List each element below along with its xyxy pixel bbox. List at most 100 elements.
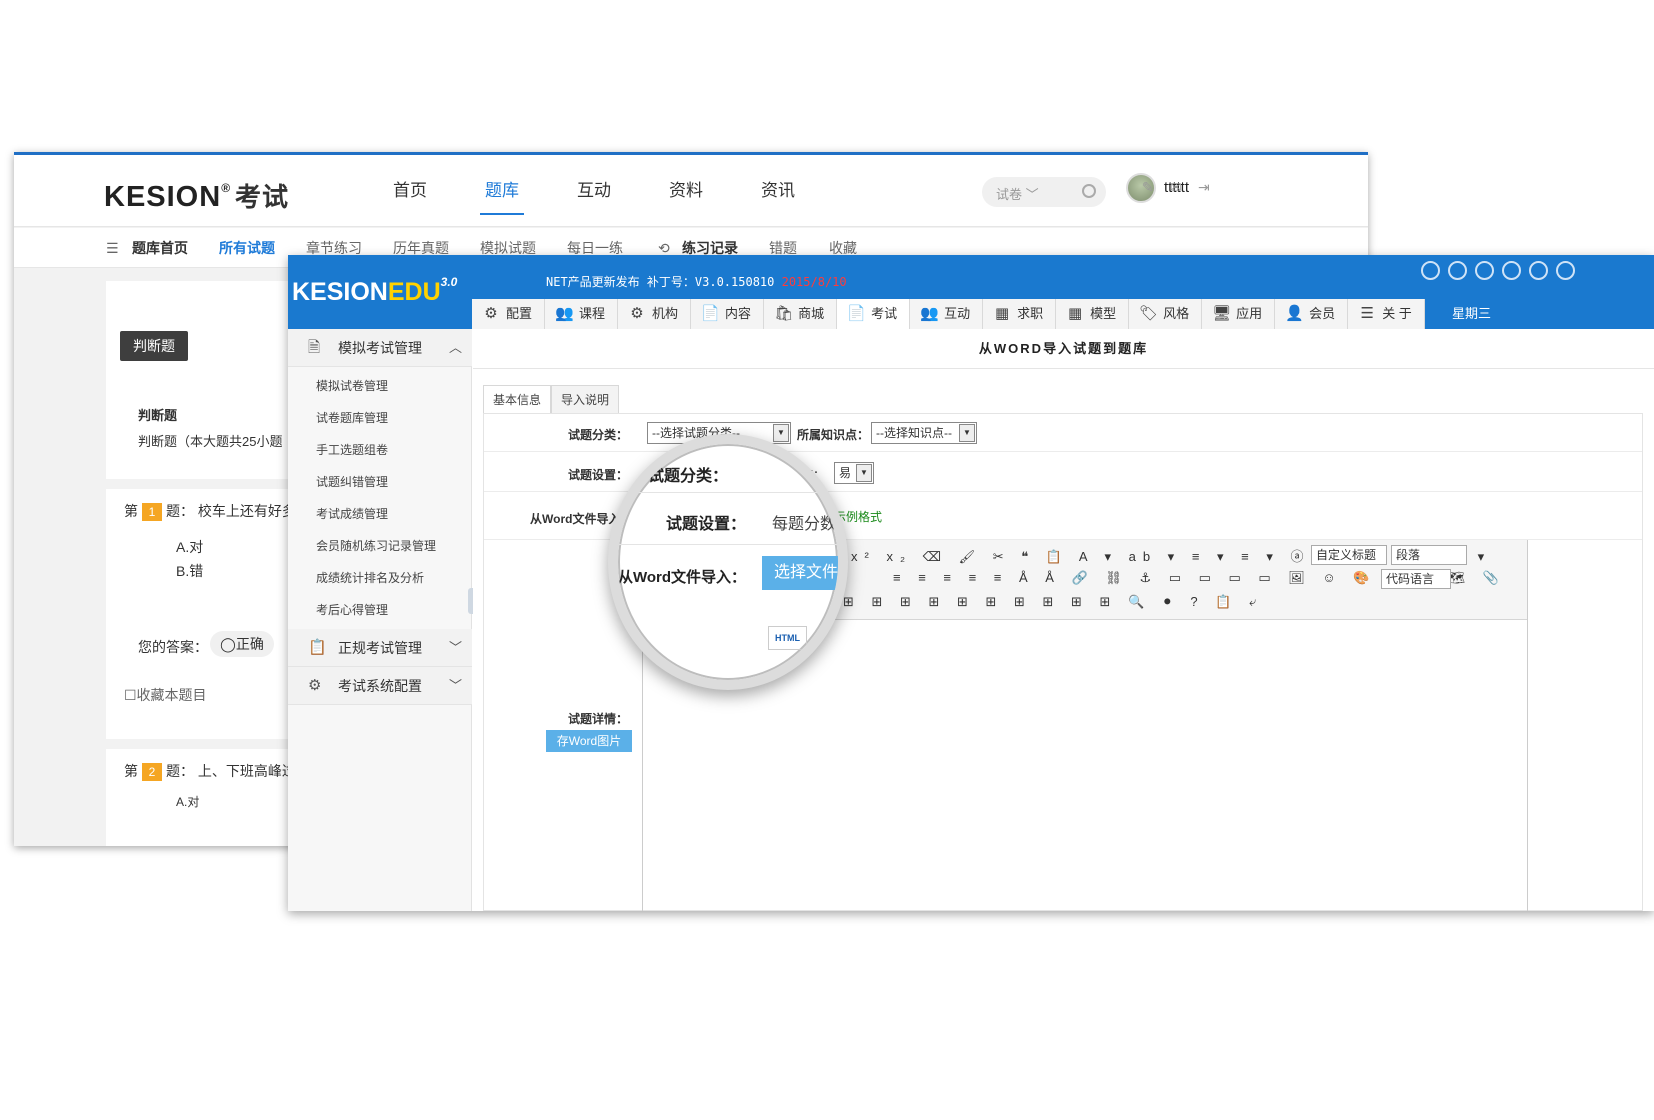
menu-model[interactable]: ▦ 模型	[1056, 299, 1130, 329]
sidebar-item-paper-bank[interactable]: 试卷题库管理	[316, 409, 388, 426]
menu-jobs-label: 求职	[1017, 306, 1044, 321]
tab-import-guide[interactable]: 导入说明	[551, 385, 620, 413]
nav-news[interactable]: 资讯	[732, 155, 824, 227]
admin-menubar: ⚙ 配置 👥 课程 ⚙ 机构 📄 内容 🛍 商城 📄 考试 👥 互动 ▦ 求职 ▦ 模型 🏷 风格 …	[472, 299, 1425, 329]
menu-icon[interactable]: ☰	[106, 228, 119, 268]
lens-choose-file-button[interactable]: 选择文件	[762, 556, 838, 590]
lens-html-tab[interactable]: HTML	[768, 626, 807, 650]
menu-institution-label: 机构	[652, 306, 679, 321]
users-icon: 👥	[555, 305, 574, 322]
update-notice[interactable]: NET产品更新发布 补丁号：V3.0.150810 2015/8/10	[546, 273, 847, 290]
paragraph-select[interactable]: 段落	[1391, 545, 1467, 565]
logo-cn: 考试	[235, 182, 290, 212]
weekday: 星期三	[1452, 306, 1492, 321]
message-icon[interactable]	[1448, 261, 1467, 280]
menu-shop-label: 商城	[798, 306, 825, 321]
menu-members[interactable]: 👤 会员	[1275, 299, 1349, 329]
sidebar-item-ranking[interactable]: 成绩统计排名及分析	[316, 569, 424, 586]
difficulty-value: 易	[839, 466, 852, 480]
edit-icon[interactable]: ✎	[1142, 179, 1154, 196]
nav-question-bank[interactable]: 题库	[456, 155, 548, 227]
q1-option-b[interactable]: B.错	[176, 561, 203, 581]
kesion-logo[interactable]: KESION® 考试	[104, 177, 289, 214]
menu-exam-label: 考试	[871, 306, 898, 321]
menu-content[interactable]: 📄 内容	[691, 299, 765, 329]
document-icon: 📄	[701, 305, 720, 322]
search-type-select[interactable]: 试卷 ﹀	[996, 184, 1039, 203]
menu-jobs[interactable]: ▦ 求职	[983, 299, 1057, 329]
tab-basic-info[interactable]: 基本信息	[483, 385, 552, 413]
answer-true-radio[interactable]: ◯正确	[210, 631, 274, 657]
menu-shop[interactable]: 🛍 商城	[764, 299, 838, 329]
lens-import-label: 从Word文件导入：	[618, 569, 747, 586]
q1-number: 1	[142, 503, 162, 521]
type-button[interactable]: 判断题	[120, 331, 188, 361]
mobile-icon[interactable]	[1475, 261, 1494, 280]
menu-config-label: 配置	[506, 306, 533, 321]
chevron-up-icon: ︿	[448, 340, 462, 355]
menu-style[interactable]: 🏷 风格	[1129, 299, 1203, 329]
favorite-checkbox[interactable]: ☐收藏本题目	[124, 685, 207, 705]
menu-institution[interactable]: ⚙ 机构	[618, 299, 692, 329]
sidebar-item-manual-compose[interactable]: 手工选题组卷	[316, 441, 388, 458]
code-language-select[interactable]: 代码语言	[1381, 569, 1451, 589]
nav-materials[interactable]: 资料	[640, 155, 732, 227]
sidebar-item-random-practice[interactable]: 会员随机练习记录管理	[316, 537, 436, 554]
user-icon: 👤	[1285, 305, 1304, 322]
sidebar-item-reflections[interactable]: 考后心得管理	[316, 601, 388, 618]
sidebar-item-scores[interactable]: 考试成绩管理	[316, 505, 388, 522]
nav-interaction[interactable]: 互动	[548, 155, 640, 227]
search-box[interactable]: 试卷 ﹀	[982, 177, 1106, 207]
grid-icon: ▦	[995, 305, 1010, 322]
menu-about-label: 关 于	[1382, 306, 1412, 321]
menu-model-label: 模型	[1090, 306, 1117, 321]
menu-content-label: 内容	[725, 306, 752, 321]
menu-style-label: 风格	[1163, 306, 1190, 321]
difficulty-select[interactable]: 易 ▼	[834, 462, 874, 484]
main-nav: 首页 题库 互动 资料 资讯	[364, 155, 824, 227]
menu-course-label: 课程	[579, 306, 606, 321]
save-word-image-button[interactable]: 存Word图片	[546, 730, 632, 752]
kesionedu-logo[interactable]: KESIONEDU3.0	[292, 275, 457, 307]
menu-members-label: 会员	[1309, 306, 1336, 321]
sidebar-group-system-config[interactable]: ⚙ 考试系统配置 ﹀	[288, 667, 472, 705]
subnav-bank-home[interactable]: 题库首页	[132, 228, 188, 268]
row-category: 试题分类： --选择试题分类-- ▼ 所属知识点： --选择知识点-- ▼	[484, 414, 1642, 452]
sidebar-item-mock-papers[interactable]: 模拟试卷管理	[316, 377, 388, 394]
detail-label: 试题详情：	[568, 712, 629, 726]
mail-icon[interactable]: ✉	[1170, 179, 1182, 196]
page-title: 从WORD导入试题到题库	[473, 329, 1654, 369]
home-icon[interactable]	[1421, 261, 1440, 280]
q2-text: 上、下班高峰过	[197, 763, 296, 779]
sidebar-group-mock-exam[interactable]: 🗎 模拟考试管理 ︿	[288, 329, 472, 367]
menu-about[interactable]: ☰ 关 于	[1348, 299, 1425, 329]
menu-exam[interactable]: 📄 考试	[837, 299, 911, 329]
q1-option-a[interactable]: A.对	[176, 537, 203, 557]
settings-label: 试题设置：	[568, 468, 629, 482]
menu-course[interactable]: 👥 课程	[545, 299, 619, 329]
document-icon: 🗎	[308, 339, 321, 356]
group1-label: 模拟考试管理	[338, 340, 422, 356]
knowledge-select[interactable]: --选择知识点-- ▼	[871, 422, 977, 444]
custom-heading-select[interactable]: 自定义标题	[1311, 545, 1387, 565]
search-icon[interactable]	[1082, 184, 1096, 198]
refresh-icon[interactable]	[1529, 261, 1548, 280]
key-icon[interactable]	[1502, 261, 1521, 280]
subnav-all-questions[interactable]: 所有试题	[219, 228, 275, 268]
lens-category-label: 试题分类：	[648, 468, 729, 485]
menu-apps-label: 应用	[1236, 306, 1263, 321]
q2-option-a[interactable]: A.对	[176, 793, 199, 810]
q2-number: 2	[142, 763, 162, 781]
menu-interaction[interactable]: 👥 互动	[910, 299, 984, 329]
nav-home[interactable]: 首页	[364, 155, 456, 227]
toolbar-row-3[interactable]: ⊞ ⊞ ⊞ ⊞ ⊞ ⊞ ⊞ ⊞ ⊞ ⊞ 🔍 ⚫ ? 📋 ⤶	[843, 594, 1263, 610]
menu-config[interactable]: ⚙ 配置	[472, 299, 546, 329]
sidebar-group-formal-exam[interactable]: 📋 正规考试管理 ﹀	[288, 629, 472, 667]
power-icon[interactable]	[1556, 261, 1575, 280]
menu-apps[interactable]: 🖥 应用	[1202, 299, 1276, 329]
logout-icon[interactable]: ⇥	[1198, 179, 1210, 196]
document-icon: 📄	[847, 305, 866, 322]
header-icons	[1421, 261, 1575, 280]
sidebar-item-error-correction[interactable]: 试题纠错管理	[316, 473, 388, 490]
shopping-bag-icon: 🛍	[774, 305, 794, 322]
